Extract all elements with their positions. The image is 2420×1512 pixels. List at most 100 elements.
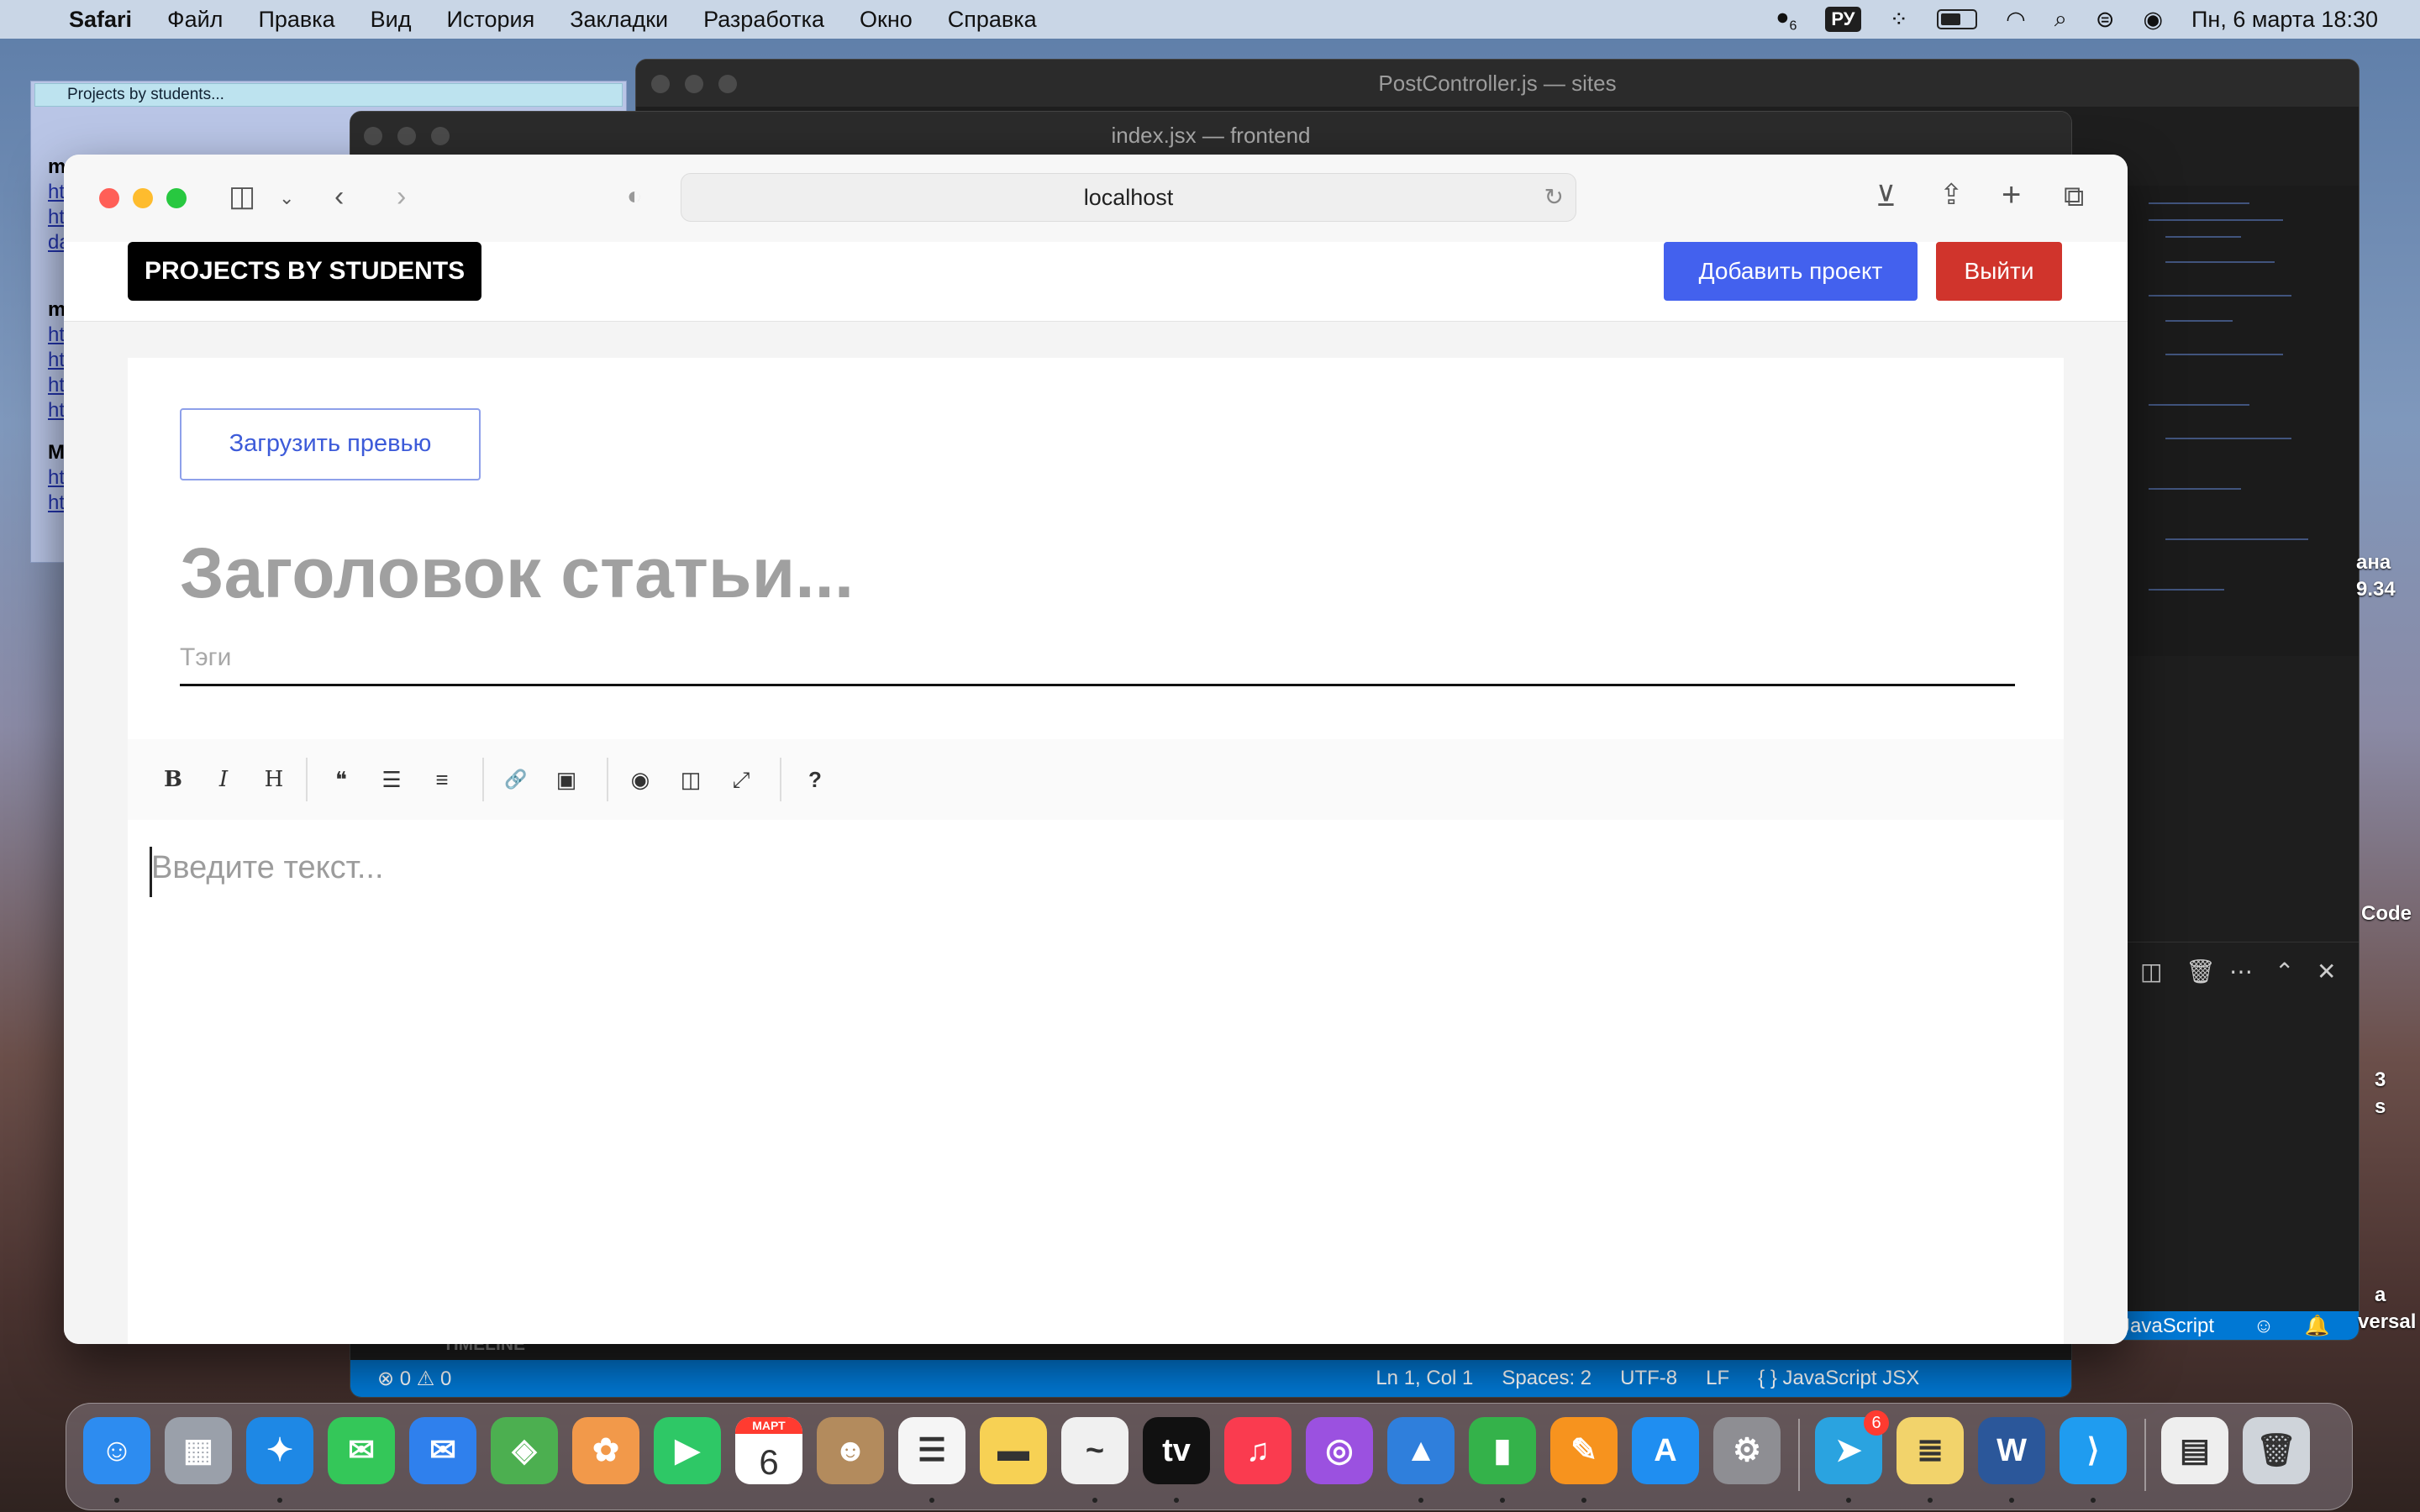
dock-notes-icon[interactable]: ▬: [980, 1417, 1047, 1484]
unordered-list-button[interactable]: ☰: [375, 763, 408, 796]
trash-icon[interactable]: 🗑: [2186, 958, 2216, 985]
language-mode[interactable]: { } JavaScript JSX: [1758, 1367, 1919, 1390]
dock-vscode-icon[interactable]: ⟩: [2060, 1417, 2127, 1484]
italic-button[interactable]: I: [207, 763, 240, 796]
notification-status-icon[interactable]: ●6: [1776, 4, 1797, 34]
bg-link[interactable]: ht: [48, 374, 65, 397]
minimize-button[interactable]: [133, 188, 153, 208]
downloads-icon[interactable]: ⊻: [1876, 180, 1897, 213]
maximize-button[interactable]: [166, 188, 187, 208]
menu-app-name[interactable]: Safari: [69, 7, 132, 33]
tab-overview-icon[interactable]: ⧉: [2064, 180, 2084, 213]
language-mode[interactable]: JavaScript: [2120, 1315, 2214, 1337]
indentation[interactable]: Spaces: 2: [1502, 1367, 1591, 1390]
problems-indicator[interactable]: ⊗ 0 ⚠ 0: [377, 1367, 451, 1391]
ordered-list-button[interactable]: ≡: [425, 763, 459, 796]
dock-document-icon[interactable]: ▤: [2161, 1417, 2228, 1484]
menu-item-view[interactable]: Вид: [371, 7, 412, 33]
address-bar[interactable]: localhost ↻: [681, 173, 1576, 222]
menu-item-help[interactable]: Справка: [948, 7, 1037, 33]
menu-item-edit[interactable]: Правка: [258, 7, 334, 33]
dock-system-settings-icon[interactable]: ⚙: [1713, 1417, 1781, 1484]
bg-link[interactable]: ht: [48, 349, 65, 372]
heading-button[interactable]: H: [257, 763, 291, 796]
close-button[interactable]: [364, 127, 382, 145]
dock-pages-icon[interactable]: ✎: [1550, 1417, 1618, 1484]
dock-app-store-icon[interactable]: A: [1632, 1417, 1699, 1484]
bg-link[interactable]: ht: [48, 206, 65, 229]
background-tab[interactable]: Projects by students...: [34, 83, 623, 107]
code-minimap[interactable]: [2115, 186, 2359, 656]
quote-button[interactable]: ❝: [324, 763, 358, 796]
cursor-position[interactable]: Ln 1, Col 1: [1376, 1367, 1473, 1390]
dock-calendar-icon[interactable]: МАРТ 6: [735, 1417, 802, 1484]
markdown-guide-button[interactable]: ?: [798, 763, 832, 796]
dock-launchpad-icon[interactable]: ▦: [165, 1417, 232, 1484]
bg-link[interactable]: ht: [48, 466, 65, 490]
dock-trash-icon[interactable]: 🗑: [2243, 1417, 2310, 1484]
fullscreen-button[interactable]: ⤢: [724, 763, 758, 796]
chevron-down-icon[interactable]: ⌄: [279, 181, 294, 215]
dock-photos-icon[interactable]: ✿: [572, 1417, 639, 1484]
bold-button[interactable]: B: [156, 763, 190, 796]
article-title-input[interactable]: Заголовок статьи...: [180, 533, 854, 614]
dock-podcasts-icon[interactable]: ◎: [1306, 1417, 1373, 1484]
link-button[interactable]: 🔗: [499, 763, 533, 796]
end-of-line[interactable]: LF: [1706, 1367, 1729, 1390]
share-icon[interactable]: ⇪: [1939, 178, 1964, 212]
close-button[interactable]: [99, 188, 119, 208]
image-button[interactable]: ▣: [550, 763, 583, 796]
privacy-shield-icon[interactable]: ◐: [627, 180, 642, 213]
dock-word-icon[interactable]: W: [1978, 1417, 2045, 1484]
dock-telegram-icon[interactable]: ➤ 6: [1815, 1410, 1889, 1484]
dock-music-icon[interactable]: ♫: [1224, 1417, 1292, 1484]
minimize-button[interactable]: [685, 75, 703, 93]
encoding[interactable]: UTF-8: [1620, 1367, 1677, 1390]
add-project-button[interactable]: Добавить проект: [1664, 242, 1918, 301]
dock-safari-icon[interactable]: ✦: [246, 1417, 313, 1484]
site-logo[interactable]: PROJECTS BY STUDENTS: [128, 242, 482, 301]
forward-icon[interactable]: ›: [397, 180, 406, 213]
side-by-side-button[interactable]: ◫: [674, 763, 708, 796]
dock-reminders-icon[interactable]: ☰: [898, 1417, 965, 1484]
control-center-icon[interactable]: ⊜: [2096, 7, 2115, 33]
maximize-button[interactable]: [431, 127, 450, 145]
menu-item-file[interactable]: Файл: [167, 7, 223, 33]
upload-preview-button[interactable]: Загрузить превью: [180, 408, 481, 480]
input-language-indicator[interactable]: РУ: [1825, 7, 1861, 32]
menu-item-bookmarks[interactable]: Закладки: [570, 7, 668, 33]
battery-icon[interactable]: [1937, 9, 1978, 29]
bg-link[interactable]: ht: [48, 399, 65, 423]
dock-mail-icon[interactable]: ✉: [409, 1417, 476, 1484]
menubar-clock[interactable]: Пн, 6 марта 18:30: [2191, 7, 2378, 33]
dots-status-icon[interactable]: ⁘: [1890, 7, 1909, 33]
dock-messages-icon[interactable]: ✉: [328, 1417, 395, 1484]
split-panel-icon[interactable]: ◫: [2140, 958, 2162, 985]
logout-button[interactable]: Выйти: [1936, 242, 2062, 301]
menu-item-history[interactable]: История: [447, 7, 535, 33]
reload-icon[interactable]: ↻: [1544, 174, 1564, 221]
dock-maps-icon[interactable]: ◈: [491, 1417, 558, 1484]
new-tab-icon[interactable]: +: [2002, 178, 2021, 212]
bg-link[interactable]: ht: [48, 181, 65, 204]
siri-icon[interactable]: ◉: [2143, 7, 2163, 33]
sidebar-toggle-icon[interactable]: ◫: [229, 180, 255, 213]
dock-contacts-icon[interactable]: ☻: [817, 1417, 884, 1484]
menu-item-develop[interactable]: Разработка: [703, 7, 824, 33]
close-button[interactable]: [651, 75, 670, 93]
close-panel-icon[interactable]: ✕: [2317, 958, 2336, 985]
wifi-icon[interactable]: ◠: [2006, 7, 2026, 33]
minimize-button[interactable]: [397, 127, 416, 145]
preview-button[interactable]: ◉: [623, 763, 657, 796]
markdown-editor-area[interactable]: Введите текст...: [128, 820, 2064, 1344]
chevron-up-icon[interactable]: ⌃: [2275, 958, 2294, 985]
tags-input[interactable]: Тэги: [180, 643, 231, 672]
dock-freeform-icon[interactable]: ~: [1061, 1417, 1128, 1484]
bg-link[interactable]: ht: [48, 491, 65, 515]
back-icon[interactable]: ‹: [334, 180, 344, 213]
bg-link[interactable]: ht: [48, 323, 65, 347]
dock-facetime-icon[interactable]: ▶: [654, 1417, 721, 1484]
dock-apple-tv-icon[interactable]: tv: [1143, 1417, 1210, 1484]
maximize-button[interactable]: [718, 75, 737, 93]
dock-numbers-icon[interactable]: ▮: [1469, 1417, 1536, 1484]
